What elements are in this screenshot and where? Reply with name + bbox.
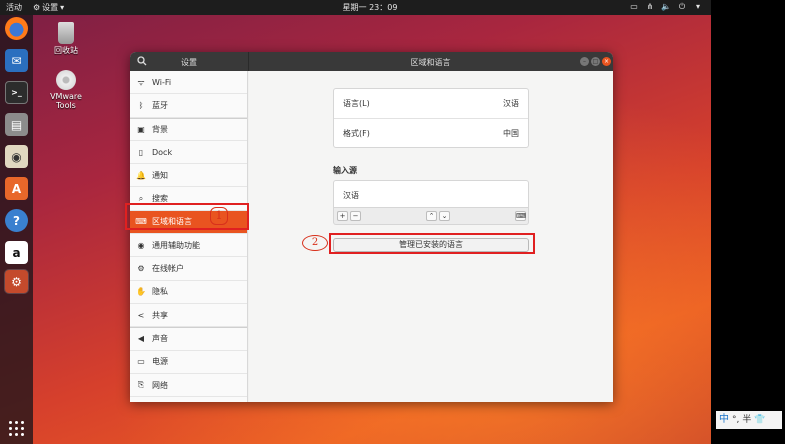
- power-icon: ▭: [137, 357, 145, 367]
- amazon-icon[interactable]: a: [5, 241, 28, 264]
- formats-value: 中国: [503, 128, 519, 138]
- software-center-icon[interactable]: A: [5, 177, 28, 200]
- clock[interactable]: 星期一 23：09: [330, 2, 410, 13]
- vmware-tools-desktop-icon[interactable]: VMware Tools: [41, 70, 91, 110]
- speaker-icon: ◀: [137, 334, 145, 344]
- input-sources-heading: 输入源: [333, 166, 357, 175]
- annotation-marker-1: 1: [210, 207, 228, 225]
- sidebar-item-background[interactable]: ▣ 背景: [130, 117, 247, 141]
- ime-status-bar[interactable]: 中 °, 半 👕: [716, 411, 782, 429]
- sidebar-item-power[interactable]: ▭ 电源: [130, 351, 247, 374]
- bell-icon: 🔔: [136, 170, 146, 180]
- privacy-icon: ✋: [136, 287, 146, 297]
- remove-input-source-button[interactable]: −: [350, 211, 361, 221]
- activities-button[interactable]: 活动: [6, 2, 22, 13]
- language-row[interactable]: 语言(L) 汉语: [334, 89, 528, 118]
- gear-icon: ⚙: [33, 3, 41, 12]
- move-up-button[interactable]: ⌃: [426, 211, 437, 221]
- background-icon: ▣: [137, 124, 145, 134]
- language-value: 汉语: [503, 99, 519, 108]
- letterbox-area: [711, 0, 785, 444]
- trash-icon: [58, 22, 74, 44]
- wifi-icon: ᯤ: [137, 77, 145, 87]
- input-source-item[interactable]: 汉语: [333, 180, 529, 208]
- rhythmbox-icon[interactable]: ◉: [5, 145, 28, 168]
- chevron-down-icon[interactable]: ▾: [693, 2, 703, 12]
- add-input-source-button[interactable]: +: [337, 211, 348, 221]
- ime-punctuation[interactable]: °,: [732, 411, 739, 429]
- annotation-marker-2: 2: [302, 235, 328, 251]
- trash-label: 回收站: [54, 46, 78, 55]
- chevron-down-icon: ▾: [60, 3, 65, 12]
- window-header: 设置 区域和语言 – □ ×: [130, 52, 613, 71]
- sidebar-item-notifications[interactable]: 🔔 通知: [130, 164, 247, 188]
- sidebar-item-wifi[interactable]: ᯤ Wi-Fi: [130, 71, 247, 95]
- sidebar-item-bluetooth[interactable]: ᛒ 蓝牙: [130, 94, 247, 118]
- dock: ✉ >_ ▤ ◉ A ? a ⚙: [0, 15, 33, 444]
- ime-mode[interactable]: 中: [719, 411, 729, 429]
- input-sources-toolbar: + − ⌃ ⌄ ⌨: [333, 208, 529, 225]
- keyboard-layout-button[interactable]: ⌨: [515, 211, 526, 221]
- sidebar-item-network[interactable]: ⎘ 网络: [130, 374, 247, 398]
- online-accounts-icon: ⚙: [137, 264, 145, 274]
- region-language-panel: 语言(L) 汉语 格式(F) 中国 输入源 汉语 + − ⌃ ⌄ ⌨ 管理已安装…: [249, 71, 613, 402]
- vmware-tools-label: VMware Tools: [50, 92, 82, 110]
- settings-window: 设置 区域和语言 – □ × ᯤ Wi-Fi ᛒ 蓝牙 ▣ 背景 ▯ Dock …: [130, 52, 613, 402]
- help-icon[interactable]: ?: [5, 209, 28, 232]
- app-menu-label: 设置: [42, 3, 59, 12]
- sidebar-item-privacy[interactable]: ✋ 隐私: [130, 281, 247, 304]
- formats-row[interactable]: 格式(F) 中国: [334, 118, 528, 147]
- sidebar-item-region-language[interactable]: ⌨ 区域和语言: [130, 210, 247, 235]
- sidebar-item-search[interactable]: ⌕ 搜索: [130, 187, 247, 211]
- search-icon: ⌕: [138, 193, 144, 203]
- ime-width[interactable]: 半: [742, 411, 751, 429]
- files-icon[interactable]: ▤: [5, 113, 28, 136]
- thunderbird-icon[interactable]: ✉: [5, 49, 28, 72]
- terminal-icon[interactable]: >_: [5, 81, 28, 104]
- firefox-icon[interactable]: [5, 17, 28, 40]
- app-menu[interactable]: ⚙ 设置 ▾: [33, 2, 64, 13]
- sidebar-item-dock[interactable]: ▯ Dock: [130, 141, 247, 165]
- share-icon: <: [137, 310, 145, 320]
- accessibility-icon: ◉: [137, 240, 145, 250]
- bluetooth-icon: ᛒ: [138, 100, 144, 110]
- top-bar: 活动 ⚙ 设置 ▾ 星期一 23：09 ▭ ⋔ 🔈 ⏻ ▾: [0, 0, 711, 15]
- system-tray[interactable]: ▭ ⋔ 🔈 ⏻ ▾: [629, 2, 703, 12]
- maximize-button[interactable]: □: [591, 57, 600, 66]
- sidebar-item-accessibility[interactable]: ◉ 通用辅助功能: [130, 234, 247, 258]
- keyboard-icon: ⌨: [135, 217, 147, 227]
- sidebar-item-sharing[interactable]: < 共享: [130, 304, 247, 328]
- volume-icon[interactable]: 🔈: [661, 2, 671, 12]
- show-applications-icon[interactable]: [9, 421, 24, 436]
- sidebar-item-online-accounts[interactable]: ⚙ 在线帐户: [130, 257, 247, 281]
- trash-desktop-icon[interactable]: 回收站: [41, 22, 91, 55]
- language-label: 语言(L): [343, 99, 370, 108]
- network-icon: ⎘: [137, 380, 145, 389]
- minimize-button[interactable]: –: [580, 57, 589, 66]
- disc-icon: [56, 70, 76, 90]
- settings-sidebar: ᯤ Wi-Fi ᛒ 蓝牙 ▣ 背景 ▯ Dock 🔔 通知 ⌕ 搜索 ⌨ 区域和…: [130, 71, 248, 402]
- manage-installed-languages-button[interactable]: 管理已安装的语言: [333, 238, 529, 252]
- sidebar-item-sound[interactable]: ◀ 声音: [130, 327, 247, 351]
- move-down-button[interactable]: ⌄: [439, 211, 450, 221]
- network-icon[interactable]: ⋔: [645, 2, 655, 12]
- formats-label: 格式(F): [343, 128, 370, 138]
- display-icon[interactable]: ▭: [629, 2, 639, 12]
- shirt-icon[interactable]: 👕: [754, 411, 765, 429]
- power-icon[interactable]: ⏻: [677, 2, 687, 12]
- language-format-list: 语言(L) 汉语 格式(F) 中国: [333, 88, 529, 148]
- sidebar-title: 设置: [181, 58, 197, 67]
- panel-title: 区域和语言: [410, 58, 451, 67]
- close-button[interactable]: ×: [602, 57, 611, 66]
- dock-icon: ▯: [138, 147, 144, 157]
- settings-icon[interactable]: ⚙: [4, 269, 29, 294]
